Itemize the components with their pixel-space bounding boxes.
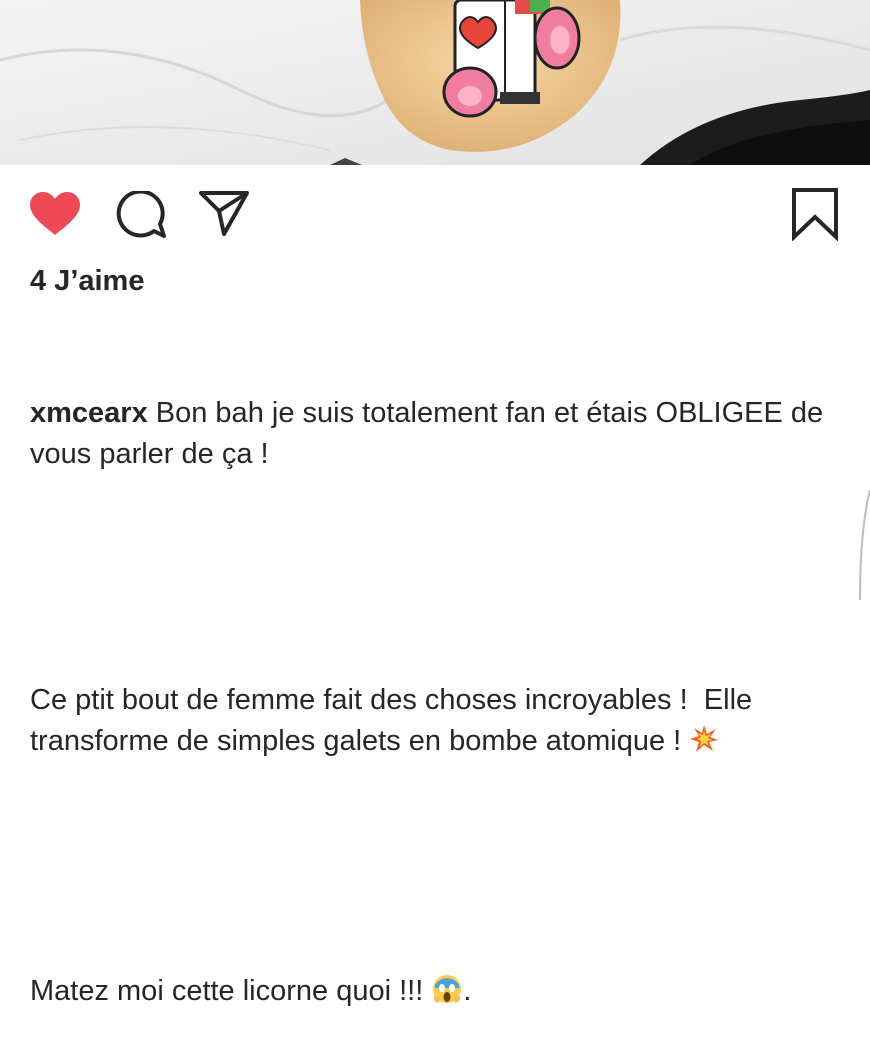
caption-third-paragraph: Matez moi cette licorne quoi !!! . <box>30 971 860 1016</box>
caption-username[interactable]: xmcearx <box>30 397 148 429</box>
like-count[interactable]: 4 J’aime <box>30 263 144 299</box>
caption-line-2: Ce ptit bout de femme fait des choses in… <box>30 684 761 757</box>
face-screaming-emoji-icon <box>431 972 463 1016</box>
collision-emoji-icon <box>689 724 719 766</box>
post-caption: xmcearx Bon bah je suis totalement fan e… <box>30 311 860 1057</box>
post-action-bar <box>0 165 870 265</box>
post-photo[interactable] <box>0 0 870 165</box>
heart-filled-icon[interactable] <box>28 191 82 237</box>
bookmark-icon[interactable] <box>790 187 840 241</box>
caption-line-3-end: . <box>463 975 472 1007</box>
comment-icon[interactable] <box>114 191 168 241</box>
caption-second-paragraph: Ce ptit bout de femme fait des choses in… <box>30 680 860 766</box>
screen-edge-curve <box>859 490 870 600</box>
send-icon[interactable] <box>198 189 250 237</box>
caption-line-1: Bon bah je suis totalement fan et étais … <box>30 397 832 470</box>
caption-line-3: Matez moi cette licorne quoi !!! <box>30 975 432 1007</box>
caption-first-paragraph: xmcearx Bon bah je suis totalement fan e… <box>30 393 860 475</box>
